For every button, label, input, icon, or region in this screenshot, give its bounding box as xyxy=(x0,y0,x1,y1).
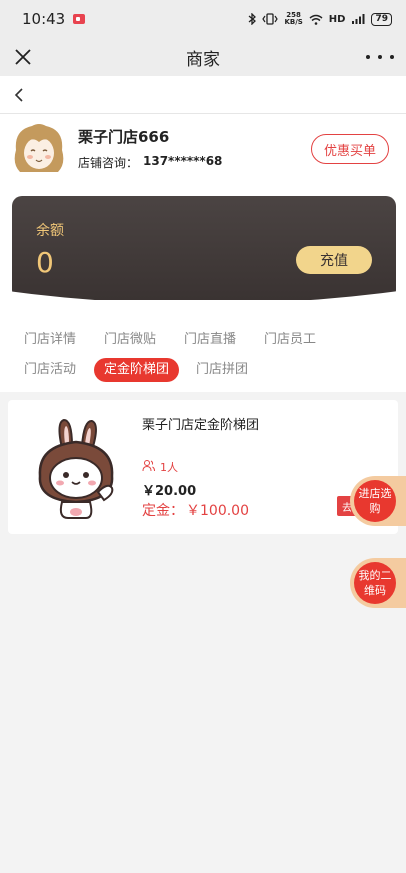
enter-store-button[interactable]: 进店选购 xyxy=(354,480,396,522)
tab-store-staff[interactable]: 门店员工 xyxy=(264,328,316,352)
my-qr-float[interactable]: 我的二维码 xyxy=(350,558,406,608)
balance-label: 余额 xyxy=(36,223,64,239)
tab-store-posts[interactable]: 门店微贴 xyxy=(104,328,156,352)
screen-record-icon xyxy=(73,14,86,24)
shop-avatar xyxy=(12,122,66,176)
more-icon[interactable] xyxy=(366,46,394,68)
balance-section: 余额 0 充值 xyxy=(0,190,406,320)
store-tabs: 门店详情 门店微贴 门店直播 门店员工 门店活动 定金阶梯团 门店拼团 xyxy=(0,320,406,392)
tab-store-live[interactable]: 门店直播 xyxy=(184,328,236,352)
deposit-value: ￥100.00 xyxy=(186,503,249,519)
enter-store-float[interactable]: 进店选购 xyxy=(350,476,406,526)
battery-icon: 79 xyxy=(371,12,392,26)
net-speed-unit: KB/S xyxy=(284,18,303,26)
discount-pay-button[interactable]: 优惠买单 xyxy=(311,134,389,164)
product-title: 栗子门店定金阶梯团 xyxy=(142,418,260,433)
shop-phone[interactable]: 137******68 xyxy=(143,154,222,168)
status-icons: 258 KB/S HD 79 xyxy=(248,12,392,26)
product-image xyxy=(38,418,114,519)
close-icon[interactable] xyxy=(10,44,36,70)
signal-icon xyxy=(352,14,365,24)
recharge-button[interactable]: 充值 xyxy=(296,246,372,274)
status-bar: 10:43 258 KB/S HD 79 xyxy=(0,0,406,38)
product-card[interactable]: 栗子门店定金阶梯团 1人 ￥20.00 定金： ￥100.00 去 xyxy=(8,400,398,534)
nav-title: 商家 xyxy=(186,49,220,70)
back-icon[interactable] xyxy=(10,85,30,105)
shop-header: 栗子门店666 店铺咨询： 137******68 优惠买单 xyxy=(0,114,406,190)
bluetooth-icon xyxy=(249,13,257,25)
status-time: 10:43 xyxy=(22,10,66,28)
tab-store-events[interactable]: 门店活动 xyxy=(24,358,76,382)
shop-phone-label: 店铺咨询： xyxy=(78,156,139,170)
net-speed: 258 KB/S xyxy=(284,12,302,26)
tab-deposit-tier-group[interactable]: 定金阶梯团 xyxy=(94,358,180,382)
shop-name: 栗子门店666 xyxy=(78,128,170,146)
deposit-label: 定金： xyxy=(142,503,184,519)
page-content: 栗子门店666 店铺咨询： 137******68 优惠买单 余额 0 充值 门… xyxy=(0,76,406,873)
my-qr-button[interactable]: 我的二维码 xyxy=(354,562,396,604)
people-count: 1人 xyxy=(160,461,178,474)
vibrate-icon xyxy=(262,13,279,25)
product-price: ￥20.00 xyxy=(142,484,197,499)
nav-bar: 商家 xyxy=(0,38,406,76)
people-icon xyxy=(142,460,155,472)
hd-indicator: HD xyxy=(328,13,346,25)
balance-value: 0 xyxy=(36,246,54,279)
back-row xyxy=(0,76,406,114)
wifi-icon xyxy=(309,14,323,25)
tab-store-group-buy[interactable]: 门店拼团 xyxy=(196,358,248,382)
tab-store-details[interactable]: 门店详情 xyxy=(24,328,76,352)
